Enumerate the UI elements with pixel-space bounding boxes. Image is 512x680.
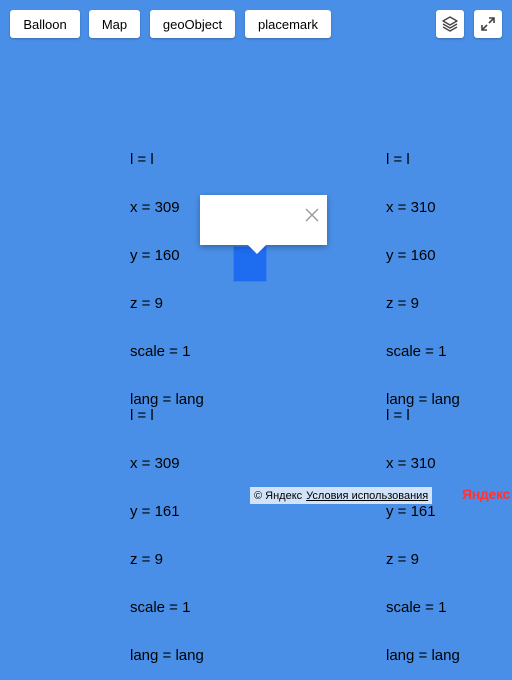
tile-l: l = l	[386, 151, 410, 168]
terms-link[interactable]: Условия использования	[306, 490, 428, 502]
balloon-button[interactable]: Balloon	[10, 10, 80, 38]
close-icon	[305, 208, 319, 222]
tile-z: z = 9	[386, 295, 419, 312]
tile-label-310-161: l = l x = 310 y = 161 z = 9 scale = 1 la…	[386, 376, 460, 680]
copyright-text: © Яндекс	[254, 489, 303, 502]
fullscreen-icon	[481, 17, 495, 31]
tile-label-309-161: l = l x = 309 y = 161 z = 9 scale = 1 la…	[130, 376, 204, 680]
tile-scale: scale = 1	[130, 599, 191, 616]
tile-x: x = 309	[130, 455, 180, 472]
tile-z: z = 9	[386, 551, 419, 568]
fullscreen-button[interactable]	[474, 10, 502, 38]
tile-l: l = l	[130, 407, 154, 424]
tile-lang: lang = lang	[130, 647, 204, 664]
tile-z: z = 9	[130, 295, 163, 312]
balloon-close-button[interactable]	[304, 207, 320, 223]
tile-x: x = 310	[386, 455, 436, 472]
layers-button[interactable]	[436, 10, 464, 38]
balloon-tail	[247, 244, 267, 254]
geoobject-button[interactable]: geoObject	[150, 10, 235, 38]
yandex-logo[interactable]: Яндекс	[462, 486, 510, 504]
tile-y: y = 160	[130, 247, 180, 264]
tile-y: y = 161	[386, 503, 436, 520]
layers-icon	[442, 16, 458, 32]
tile-scale: scale = 1	[386, 343, 447, 360]
tile-z: z = 9	[130, 551, 163, 568]
tile-x: x = 310	[386, 199, 436, 216]
tile-y: y = 160	[386, 247, 436, 264]
tile-l: l = l	[386, 407, 410, 424]
tile-lang: lang = lang	[386, 647, 460, 664]
map-button[interactable]: Map	[89, 10, 140, 38]
tile-scale: scale = 1	[386, 599, 447, 616]
copyright-bar: © Яндекс Условия использования	[250, 487, 433, 504]
tile-y: y = 161	[130, 503, 180, 520]
tile-scale: scale = 1	[130, 343, 191, 360]
tile-x: x = 309	[130, 199, 180, 216]
placemark-button[interactable]: placemark	[245, 10, 331, 38]
tile-l: l = l	[130, 151, 154, 168]
